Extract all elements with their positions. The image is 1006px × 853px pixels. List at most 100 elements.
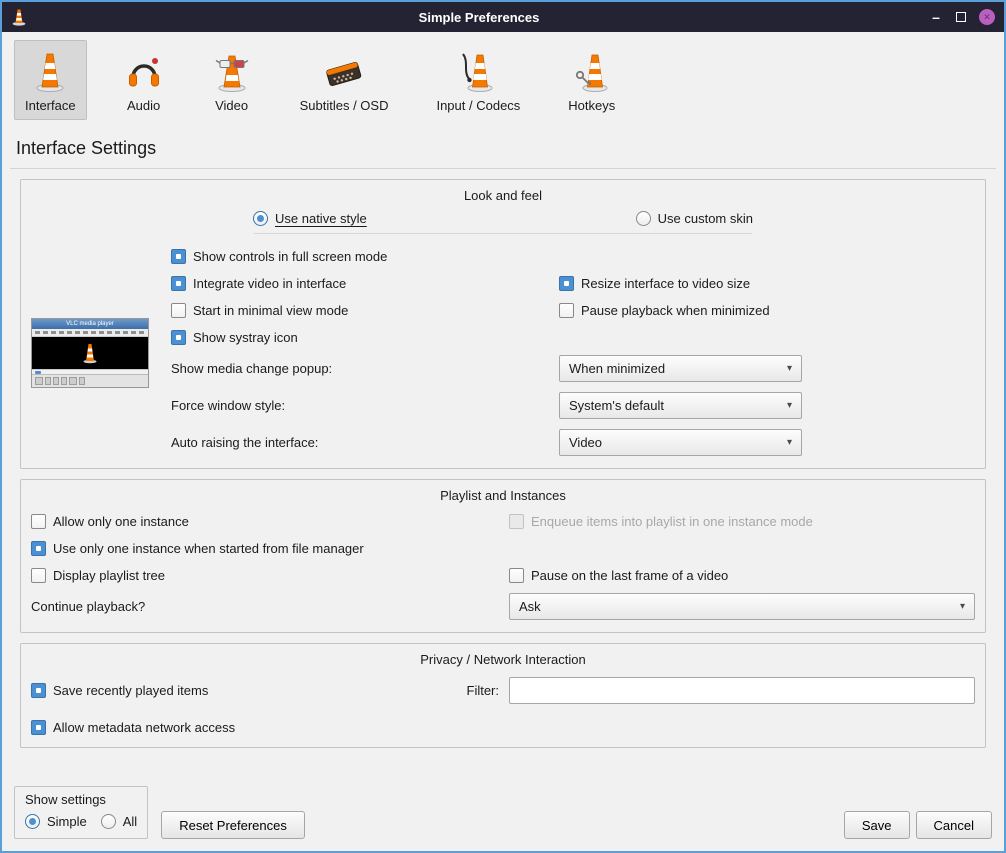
tab-audio[interactable]: Audio [113,40,175,120]
radio-settings-all[interactable]: All [101,814,137,829]
checkbox-label: Resize interface to video size [581,276,750,291]
checkbox-enqueue-items: Enqueue items into playlist in one insta… [509,513,975,529]
filter-label: Filter: [467,683,500,698]
thumb-video-area [32,337,148,369]
force-window-style-select[interactable]: System's default ▾ [559,392,802,419]
select-value: Ask [519,599,541,614]
continue-playback-row: Continue playback? Ask ▾ [31,593,975,620]
continue-playback-label: Continue playback? [31,599,509,614]
checkbox-one-instance-file-manager[interactable]: Use only one instance when started from … [31,540,509,556]
radio-label: Use custom skin [658,211,753,226]
grid-spacer [509,540,975,556]
auto-raising-row: Auto raising the interface: Video ▾ [171,429,802,456]
checkbox-pause-minimized[interactable]: Pause playback when minimized [559,302,802,318]
checkbox-label: Show controls in full screen mode [193,249,387,264]
force-window-style-row: Force window style: System's default ▾ [171,392,802,419]
checkbox-display-playlist-tree[interactable]: Display playlist tree [31,567,509,583]
privacy-row-1: Save recently played items Filter: [31,673,975,704]
tab-label: Audio [127,98,160,113]
checkbox-allow-one-instance[interactable]: Allow only one instance [31,513,509,529]
show-settings-radios: Simple All [25,814,137,829]
checkbox-indicator [171,330,186,345]
show-settings-title: Show settings [25,792,137,807]
hotkeys-cone-icon [572,47,612,95]
checkbox-label: Save recently played items [53,683,208,698]
restore-button[interactable] [956,12,966,22]
cancel-button[interactable]: Cancel [916,811,992,839]
header-separator [10,168,996,169]
auto-raising-label: Auto raising the interface: [171,435,559,450]
look-and-feel-form: Show controls in full screen mode Integr… [171,248,802,456]
vlc-cone-icon [11,7,29,27]
video-cone-icon [212,47,252,95]
checkbox-label: Enqueue items into playlist in one insta… [531,514,813,529]
checkbox-show-controls-fullscreen[interactable]: Show controls in full screen mode [171,248,559,264]
tab-interface[interactable]: Interface [14,40,87,120]
checkbox-allow-metadata[interactable]: Allow metadata network access [31,719,975,735]
tab-label: Video [215,98,248,113]
radio-settings-simple[interactable]: Simple [25,814,87,829]
playlist-checkbox-grid: Allow only one instance Enqueue items in… [31,509,975,583]
window-title: Simple Preferences [29,10,929,25]
save-button[interactable]: Save [844,811,910,839]
tab-input-codecs[interactable]: Input / Codecs [425,40,531,120]
checkbox-resize-interface[interactable]: Resize interface to video size [559,275,802,291]
checkbox-show-systray[interactable]: Show systray icon [171,329,559,345]
thumb-control-button [79,377,85,385]
grid-spacer [559,329,802,345]
tab-label: Subtitles / OSD [300,98,389,113]
radio-use-native-style[interactable]: Use native style [253,211,367,226]
thumb-menubar [32,329,148,337]
thumb-control-button [35,377,43,385]
radio-use-custom-skin[interactable]: Use custom skin [636,211,753,226]
checkbox-pause-last-frame[interactable]: Pause on the last frame of a video [509,567,975,583]
group-title: Playlist and Instances [31,486,975,509]
media-change-popup-row: Show media change popup: When minimized … [171,355,802,382]
simple-preferences-window: Simple Preferences – ✕ Interface [0,0,1006,853]
checkbox-label: Show systray icon [193,330,298,345]
filter-input[interactable] [509,677,975,704]
continue-playback-select[interactable]: Ask ▾ [509,593,975,620]
reset-preferences-button[interactable]: Reset Preferences [161,811,305,839]
page-title: Interface Settings [2,126,1004,168]
thumb-control-button [69,377,77,385]
tab-video[interactable]: Video [201,40,263,120]
titlebar[interactable]: Simple Preferences – ✕ [2,2,1004,32]
tab-hotkeys[interactable]: Hotkeys [557,40,626,120]
media-change-popup-select[interactable]: When minimized ▾ [559,355,802,382]
thumb-control-button [61,377,67,385]
minimize-button[interactable]: – [929,9,943,25]
checkbox-label: Integrate video in interface [193,276,346,291]
checkbox-integrate-video[interactable]: Integrate video in interface [171,275,559,291]
checkbox-indicator [31,720,46,735]
privacy-network-group: Privacy / Network Interaction Save recen… [20,643,986,748]
chevron-down-icon: ▾ [787,437,792,448]
radio-indicator [253,211,268,226]
checkbox-start-minimal[interactable]: Start in minimal view mode [171,302,559,318]
tab-subtitles-osd[interactable]: Subtitles / OSD [289,40,400,120]
chevron-down-icon: ▾ [787,400,792,411]
thumb-control-button [53,377,59,385]
media-change-popup-label: Show media change popup: [171,361,559,376]
look-and-feel-body: VLC media player [31,234,975,456]
close-button[interactable]: ✕ [979,9,995,25]
checkbox-indicator [509,514,524,529]
tab-label: Input / Codecs [436,98,520,113]
subtitles-slate-icon [321,47,367,95]
radio-indicator [25,814,40,829]
interface-checkbox-grid: Show controls in full screen mode Integr… [171,248,802,345]
auto-raising-select[interactable]: Video ▾ [559,429,802,456]
grid-spacer [559,248,802,264]
thumb-cone-icon [82,342,98,364]
tab-label: Interface [25,98,76,113]
checkbox-indicator [509,568,524,583]
footer-bar: Show settings Simple All Reset Preferenc… [2,786,1004,851]
privacy-row-1-left: Save recently played items Filter: [31,683,509,699]
radio-indicator [636,211,651,226]
headphones-icon [124,47,164,95]
checkbox-label: Allow only one instance [53,514,189,529]
checkbox-save-recent[interactable]: Save recently played items [31,683,208,699]
checkbox-label: Pause on the last frame of a video [531,568,728,583]
checkbox-indicator [171,303,186,318]
preferences-category-toolbar: Interface Audio [2,32,1004,126]
